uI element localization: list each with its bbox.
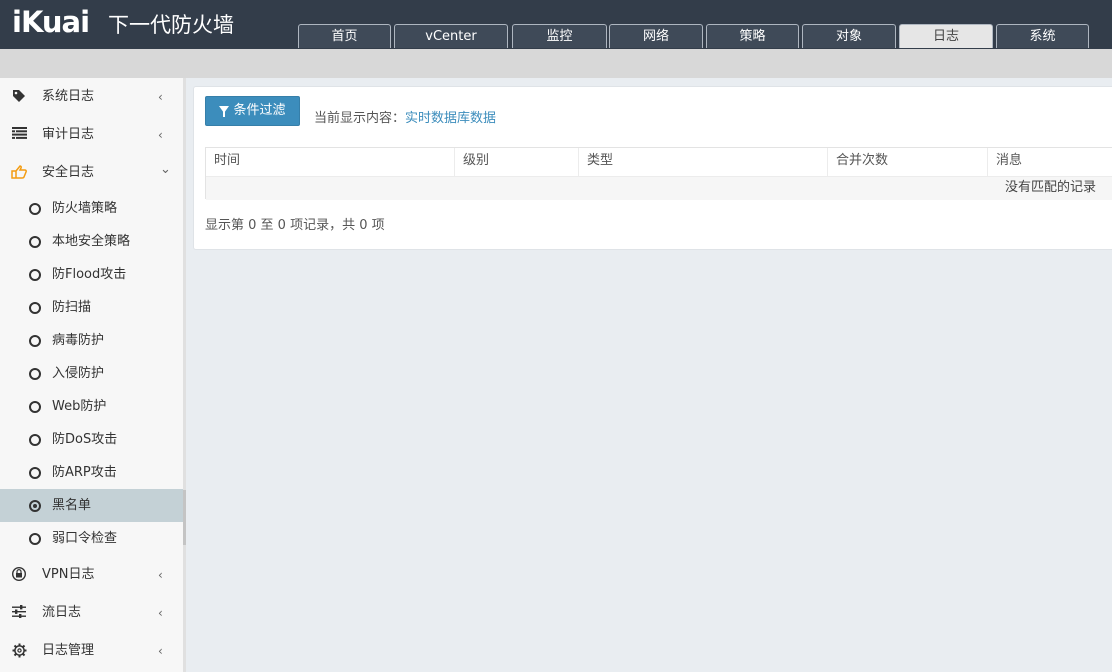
sidebar-group-system-log[interactable]: 系统日志 ‹ — [0, 78, 183, 116]
pagination-summary: 显示第 0 至 0 项记录，共 0 项 — [205, 218, 385, 233]
sidebar-item-anti-flood[interactable]: 防Flood攻击 — [0, 258, 183, 291]
sidebar-item-label: 防DoS攻击 — [52, 432, 118, 447]
current-display-info: 当前显示内容：实时数据库数据 — [314, 107, 496, 126]
sidebar-item-label: 防ARP攻击 — [52, 465, 117, 480]
table-empty-row: 没有匹配的记录 — [206, 176, 1112, 200]
sidebar-item-local-security-policy[interactable]: 本地安全策略 — [0, 225, 183, 258]
sidebar-item-label: 黑名单 — [52, 498, 92, 513]
sidebar-item-label: 防火墙策略 — [52, 201, 118, 216]
sidebar-item-anti-arp[interactable]: 防ARP攻击 — [0, 456, 183, 489]
sidebar-item-label: 本地安全策略 — [52, 234, 131, 249]
sidebar-item-label: 病毒防护 — [52, 333, 105, 348]
sidebar-group-flow-log[interactable]: 流日志 ‹ — [0, 594, 183, 632]
sidebar-divider — [183, 78, 186, 672]
column-header-time[interactable]: 时间 — [206, 148, 455, 176]
sidebar-item-blacklist[interactable]: 黑名单 — [0, 489, 183, 522]
brand-logo: iKuai — [12, 5, 90, 39]
sidebar-group-label: 安全日志 — [42, 165, 95, 180]
chevron-left-icon: ‹ — [158, 568, 163, 582]
radio-circle-icon — [29, 236, 41, 248]
radio-circle-icon — [29, 533, 41, 545]
column-header-level[interactable]: 级别 — [455, 148, 579, 176]
sidebar-item-anti-dos[interactable]: 防DoS攻击 — [0, 423, 183, 456]
product-title: 下一代防火墙 — [108, 13, 234, 37]
column-header-message[interactable]: 消息 — [988, 148, 1112, 176]
radio-circle-icon — [29, 203, 41, 215]
sidebar-group-vpn-log[interactable]: VPN日志 ‹ — [0, 556, 183, 594]
radio-circle-icon — [29, 467, 41, 479]
sidebar-item-intrusion-prevention[interactable]: 入侵防护 — [0, 357, 183, 390]
column-header-type[interactable]: 类型 — [579, 148, 828, 176]
sidebar-group-log-management[interactable]: 日志管理 ‹ — [0, 632, 183, 670]
filter-icon — [219, 106, 230, 117]
sidebar-item-weak-password-check[interactable]: 弱口令检查 — [0, 522, 183, 555]
content-panel: 条件过滤 当前显示内容：实时数据库数据 时间 级别 类型 合并次数 消息 没有匹… — [193, 86, 1112, 250]
radio-circle-icon — [29, 434, 41, 446]
radio-circle-icon — [29, 269, 41, 281]
sidebar-group-label: 流日志 — [42, 605, 82, 620]
gear-icon — [11, 643, 27, 659]
sidebar-item-virus-protection[interactable]: 病毒防护 — [0, 324, 183, 357]
chevron-left-icon: ‹ — [158, 644, 163, 658]
sidebar-group-label: 系统日志 — [42, 89, 95, 104]
radio-selected-icon — [29, 500, 41, 512]
chevron-left-icon: ‹ — [158, 606, 163, 620]
sidebar-item-anti-scan[interactable]: 防扫描 — [0, 291, 183, 324]
tab-policy[interactable]: 策略 — [706, 24, 799, 48]
sidebar-group-security-log[interactable]: 安全日志 ⌄ — [0, 154, 183, 192]
current-display-label: 当前显示内容： — [314, 111, 406, 126]
tag-icon — [11, 89, 27, 105]
sidebar-group-label: 日志管理 — [42, 643, 95, 658]
radio-circle-icon — [29, 302, 41, 314]
tab-objects[interactable]: 对象 — [802, 24, 896, 48]
sidebar: 系统日志 ‹ 审计日志 ‹ 安全日志 ⌄ 防火墙策略 本地安全策略 防Flood… — [0, 78, 183, 672]
chevron-left-icon: ‹ — [158, 90, 163, 104]
log-table: 时间 级别 类型 合并次数 消息 没有匹配的记录 — [205, 147, 1112, 200]
lock-icon — [11, 566, 27, 583]
sliders-icon — [11, 605, 27, 621]
filter-button[interactable]: 条件过滤 — [205, 96, 300, 126]
sidebar-group-label: VPN日志 — [42, 567, 95, 582]
tab-monitor[interactable]: 监控 — [512, 24, 607, 48]
tab-vcenter[interactable]: vCenter — [394, 24, 508, 48]
sidebar-group-label: 审计日志 — [42, 127, 95, 142]
sidebar-item-firewall-policy[interactable]: 防火墙策略 — [0, 192, 183, 225]
top-header: iKuai 下一代防火墙 首页 vCenter 监控 网络 策略 对象 日志 系… — [0, 0, 1112, 49]
tab-system[interactable]: 系统 — [996, 24, 1089, 48]
sidebar-group-audit-log[interactable]: 审计日志 ‹ — [0, 116, 183, 154]
radio-circle-icon — [29, 335, 41, 347]
tab-logs[interactable]: 日志 — [899, 24, 993, 48]
chevron-left-icon: ‹ — [158, 128, 163, 142]
sidebar-item-label: Web防护 — [52, 399, 107, 414]
filter-button-label: 条件过滤 — [233, 103, 286, 118]
sub-header-bar — [0, 49, 1112, 78]
sidebar-item-label: 入侵防护 — [52, 366, 105, 381]
chevron-down-icon: ⌄ — [160, 162, 171, 177]
radio-circle-icon — [29, 368, 41, 380]
tab-network[interactable]: 网络 — [609, 24, 703, 48]
sidebar-item-label: 弱口令检查 — [52, 531, 118, 546]
sidebar-item-web-protection[interactable]: Web防护 — [0, 390, 183, 423]
list-icon — [11, 127, 27, 143]
sidebar-scrollbar[interactable] — [183, 490, 186, 545]
radio-circle-icon — [29, 401, 41, 413]
sidebar-item-label: 防扫描 — [52, 300, 92, 315]
hand-pointer-icon — [11, 165, 27, 181]
column-header-merge-count[interactable]: 合并次数 — [828, 148, 988, 176]
tab-home[interactable]: 首页 — [298, 24, 391, 48]
table-header: 时间 级别 类型 合并次数 消息 — [206, 148, 1112, 176]
current-display-value[interactable]: 实时数据库数据 — [405, 111, 496, 126]
sidebar-item-label: 防Flood攻击 — [52, 267, 127, 282]
empty-message: 没有匹配的记录 — [1005, 180, 1097, 195]
